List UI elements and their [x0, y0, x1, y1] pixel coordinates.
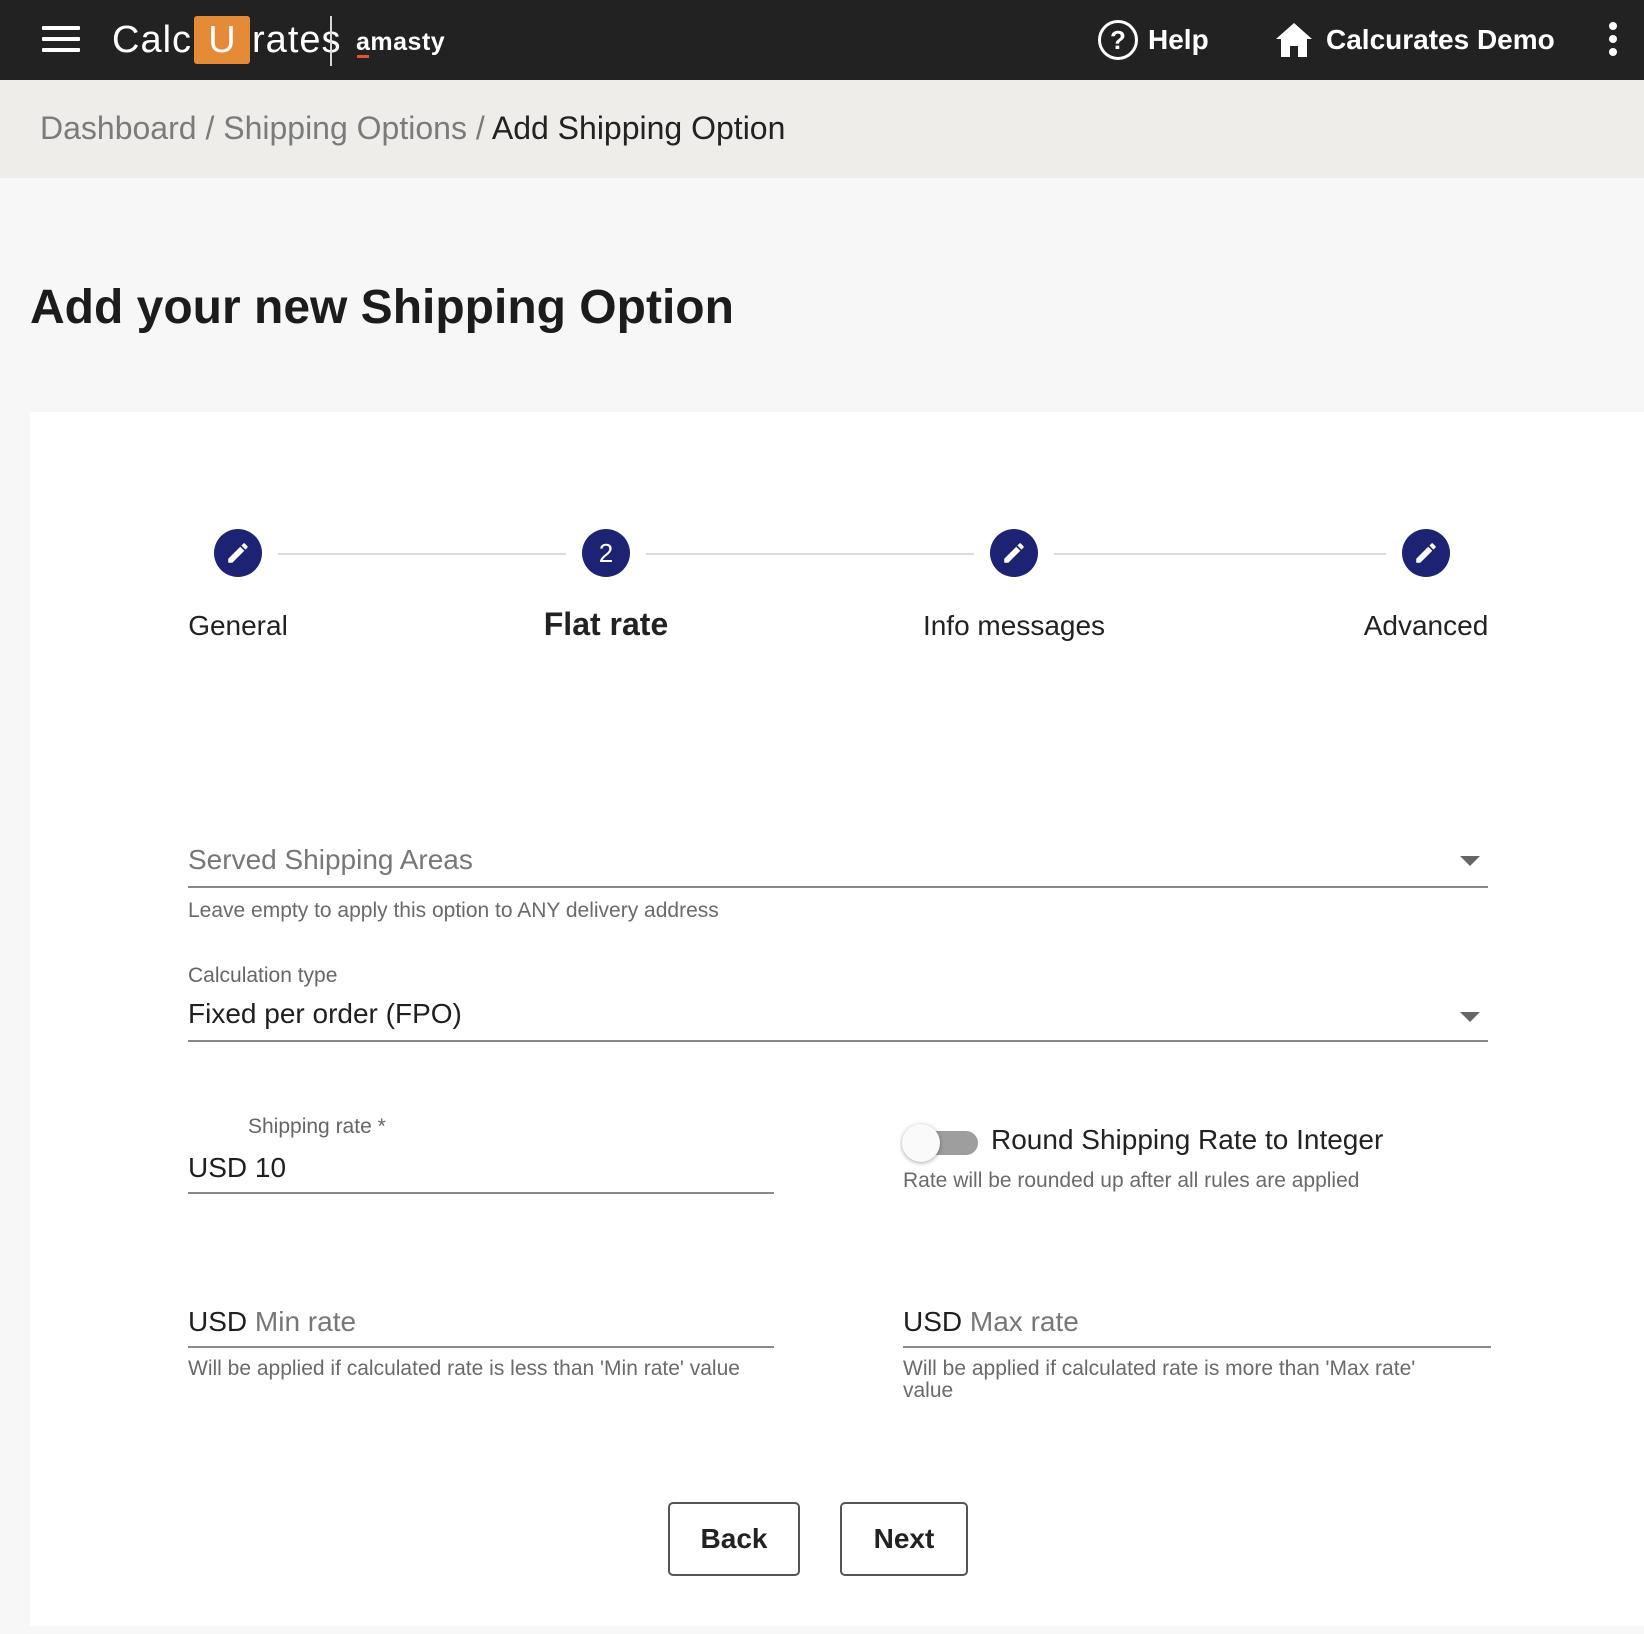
step-label-info-messages[interactable]: Info messages	[923, 610, 1105, 642]
pencil-icon	[1416, 543, 1436, 563]
calculation-type-underline	[188, 1040, 1488, 1042]
calculation-type-label: Calculation type	[188, 964, 338, 987]
breadcrumb-current: Add Shipping Option	[491, 110, 786, 146]
step-label-advanced[interactable]: Advanced	[1364, 610, 1489, 642]
breadcrumb-separator: /	[466, 110, 492, 146]
more-options-icon[interactable]	[1606, 22, 1620, 58]
toggle-knob	[902, 1124, 940, 1162]
page-title: Add your new Shipping Option	[30, 281, 734, 334]
step-label-general[interactable]: General	[188, 610, 288, 642]
logo-text-right: rates	[252, 18, 342, 61]
store-link[interactable]: Calcurates Demo	[1274, 18, 1555, 62]
menu-icon[interactable]	[42, 26, 80, 54]
next-button[interactable]: Next	[840, 1502, 968, 1576]
amasty-logo-mark	[357, 55, 369, 58]
max-rate-placeholder: Max rate	[969, 1306, 1079, 1337]
help-circle-icon: ?	[1098, 20, 1138, 60]
shipping-rate-input[interactable]: USD 10	[188, 1144, 774, 1194]
min-rate-underline	[188, 1346, 774, 1348]
breadcrumb: Dashboard / Shipping Options / Add Shipp…	[40, 110, 785, 147]
breadcrumb-bar: Dashboard / Shipping Options / Add Shipp…	[0, 80, 1644, 178]
served-areas-hint: Leave empty to apply this option to ANY …	[188, 899, 719, 922]
served-areas-select[interactable]: Served Shipping Areas	[188, 832, 1488, 888]
calcurates-logo[interactable]: Calc Urates	[112, 14, 342, 66]
pencil-icon	[228, 543, 248, 563]
amasty-logo: amasty	[356, 28, 446, 56]
help-label: Help	[1148, 24, 1209, 55]
store-label: Calcurates Demo	[1326, 24, 1555, 55]
min-rate-currency: USD	[188, 1306, 248, 1337]
chevron-down-icon	[1460, 856, 1480, 866]
top-bar: Calc Urates amasty ? Help Calcurates Demo	[0, 0, 1644, 80]
step-label-flat-rate[interactable]: Flat rate	[544, 606, 668, 643]
home-icon	[1276, 23, 1312, 57]
shipping-rate-label: Shipping rate *	[248, 1115, 386, 1138]
step-advanced-edit-icon[interactable]	[1402, 529, 1450, 577]
shipping-rate-underline	[188, 1192, 774, 1194]
min-rate-input[interactable]: USD Min rate	[188, 1298, 774, 1348]
calculation-type-select[interactable]: Fixed per order (FPO)	[188, 990, 1488, 1042]
breadcrumb-shipping-options[interactable]: Shipping Options	[223, 110, 467, 146]
max-rate-currency: USD	[903, 1306, 963, 1337]
shipping-rate-currency: USD	[188, 1152, 248, 1183]
help-link[interactable]: ? Help	[1098, 18, 1209, 62]
served-areas-underline	[188, 886, 1488, 888]
max-rate-hint: Will be applied if calculated rate is mo…	[903, 1357, 1416, 1402]
stepper-connector	[646, 553, 974, 555]
shipping-rate-value: USD 10	[188, 1152, 286, 1184]
round-rate-toggle[interactable]	[902, 1122, 978, 1162]
step-general-edit-icon[interactable]	[214, 529, 262, 577]
logo-u-mark: U	[194, 16, 251, 64]
round-rate-label: Round Shipping Rate to Integer	[991, 1124, 1384, 1155]
served-areas-placeholder: Served Shipping Areas	[188, 844, 473, 875]
shipping-rate-amount: 10	[254, 1152, 287, 1183]
pencil-icon	[1004, 543, 1024, 563]
breadcrumb-dashboard[interactable]: Dashboard	[40, 110, 197, 146]
stepper-connector	[278, 553, 566, 555]
step-info-messages-edit-icon[interactable]	[990, 529, 1038, 577]
back-button[interactable]: Back	[668, 1502, 800, 1576]
min-rate-placeholder: Min rate	[254, 1306, 357, 1337]
max-rate-underline	[903, 1346, 1491, 1348]
calculation-type-value: Fixed per order (FPO)	[188, 998, 462, 1029]
breadcrumb-separator: /	[196, 110, 224, 146]
min-rate-hint: Will be applied if calculated rate is le…	[188, 1357, 740, 1380]
step-flat-rate-number[interactable]: 2	[582, 529, 630, 577]
chevron-down-icon	[1460, 1012, 1480, 1022]
min-rate-field: USD Min rate	[188, 1306, 356, 1338]
logo-divider	[330, 16, 332, 66]
max-rate-field: USD Max rate	[903, 1306, 1079, 1338]
round-rate-hint: Rate will be rounded up after all rules …	[903, 1169, 1360, 1192]
stepper-connector	[1054, 553, 1386, 555]
max-rate-input[interactable]: USD Max rate	[903, 1298, 1491, 1348]
logo-text-left: Calc	[112, 18, 193, 61]
